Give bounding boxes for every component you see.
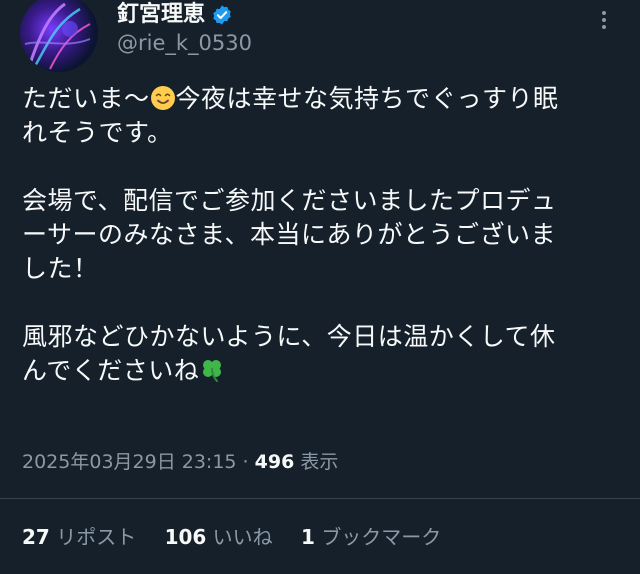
tweet-text: ただいま〜 今夜は幸せな気持ちでぐっすり眠 れそうです。 会場で、配信でご参加くだ… (22, 82, 622, 388)
display-name-text: 釘宮理恵 (117, 2, 206, 27)
tweet-text-para2: 会場で、配信でご参加くださいましたプロデュ ーサーのみなさま、本当にありがとうご… (22, 186, 557, 283)
timestamp[interactable]: 2025年03月29日 23:15 (22, 451, 237, 473)
retweets-stat[interactable]: 27 リポスト (22, 525, 136, 549)
more-options-icon[interactable] (592, 8, 616, 32)
retweets-count: 27 (22, 525, 50, 549)
bookmarks-stat[interactable]: 1 ブックマーク (301, 525, 441, 549)
author-display-name[interactable]: 釘宮理恵 (117, 0, 233, 30)
engagement-stats: 27 リポスト 106 いいね 1 ブックマーク (22, 522, 463, 552)
bookmarks-label: ブックマーク (321, 525, 442, 549)
views-label: 表示 (294, 451, 339, 473)
verified-badge-icon[interactable] (211, 4, 233, 26)
likes-label: いいね (212, 525, 273, 549)
author-handle[interactable]: @rie_k_0530 (117, 29, 252, 57)
tweet-text-line2: れそうです。 (22, 118, 173, 147)
tweet-meta: 2025年03月29日 23:15 · 496 表示 (22, 448, 338, 476)
tweet: 釘宮理恵 @rie_k_0530 ただいま〜 今夜は幸せな気持ちでぐっすり眠 れそ… (0, 0, 640, 574)
bookmarks-count: 1 (301, 525, 315, 549)
tweet-text-line1-end: 今夜は幸せな気持ちでぐっすり眠 (175, 84, 559, 113)
tweet-text-line1-start: ただいま〜 (22, 84, 150, 113)
avatar-image (24, 2, 91, 70)
retweets-label: リポスト (56, 525, 137, 549)
likes-stat[interactable]: 106 いいね (165, 525, 273, 549)
views-count: 496 (254, 451, 295, 473)
tweet-text-para3: 風邪などひかないように、今日は温かくして休 んでくださいね (22, 322, 556, 385)
meta-separator: · (236, 451, 255, 473)
smiling-face-emoji-icon (150, 85, 176, 111)
divider (0, 498, 640, 499)
four-leaf-clover-emoji-icon (199, 357, 225, 383)
likes-count: 106 (164, 525, 207, 549)
avatar[interactable] (20, 0, 98, 72)
